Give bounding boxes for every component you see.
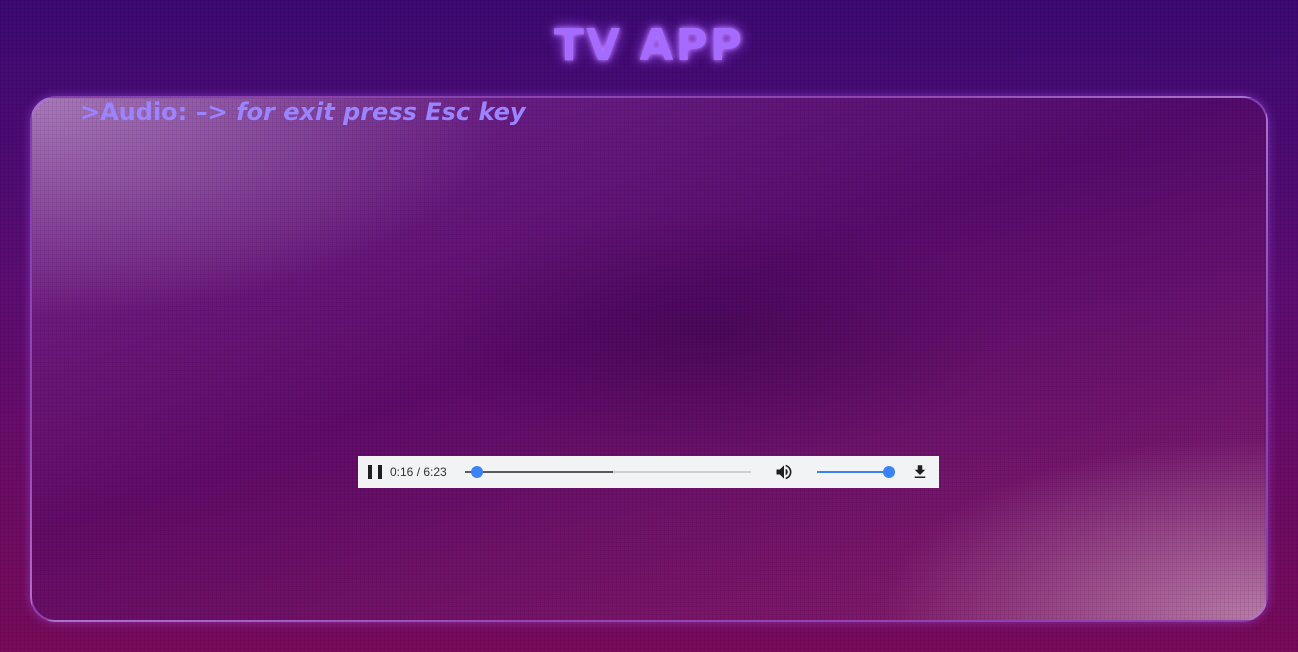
pause-icon[interactable] <box>368 465 382 479</box>
volume-thumb[interactable] <box>882 466 895 478</box>
app-title: TV APP <box>554 20 744 71</box>
panel-caption: >Audio: –> for exit press Esc key <box>80 98 526 126</box>
progress-slider[interactable] <box>464 465 751 479</box>
progress-thumb[interactable] <box>470 466 483 478</box>
progress-buffered <box>464 471 614 473</box>
volume-icon[interactable] <box>773 462 795 482</box>
caption-prefix: >Audio: –> <box>80 98 237 126</box>
volume-fill <box>816 471 889 473</box>
time-display: 0:16 / 6:23 <box>390 465 447 479</box>
panel-grid <box>32 98 1266 620</box>
download-icon[interactable] <box>911 462 929 482</box>
caption-exit-hint: for exit press Esc key <box>236 98 526 126</box>
audio-player[interactable]: 0:16 / 6:23 <box>358 456 939 488</box>
volume-slider[interactable] <box>816 465 895 479</box>
audio-panel: >Audio: –> for exit press Esc key <box>30 96 1268 622</box>
